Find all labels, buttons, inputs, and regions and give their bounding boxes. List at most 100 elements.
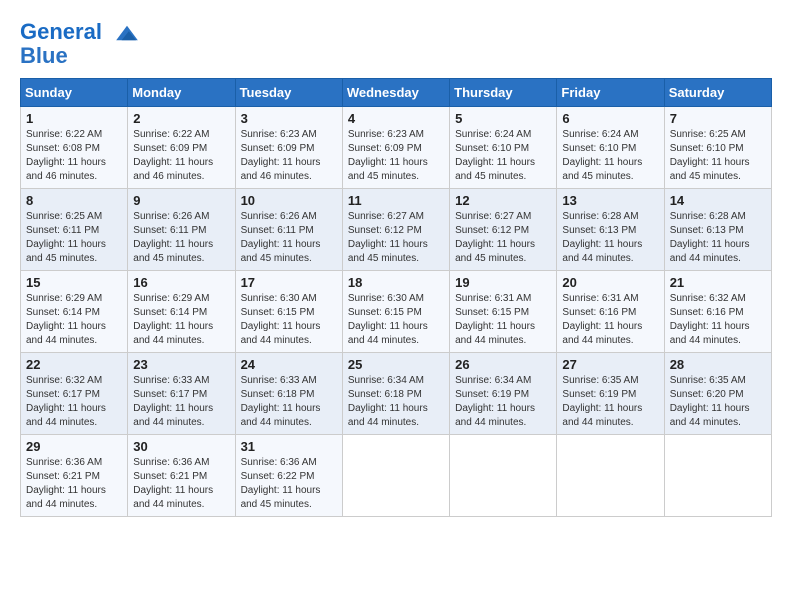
day-detail: Sunrise: 6:27 AMSunset: 6:12 PMDaylight:…	[348, 210, 444, 266]
day-detail: Sunrise: 6:33 AMSunset: 6:17 PMDaylight:…	[133, 374, 229, 430]
day-number: 5	[455, 111, 551, 126]
day-number: 1	[26, 111, 122, 126]
calendar-cell	[557, 435, 664, 517]
day-detail: Sunrise: 6:28 AMSunset: 6:13 PMDaylight:…	[562, 210, 658, 266]
calendar-cell: 15 Sunrise: 6:29 AMSunset: 6:14 PMDaylig…	[21, 271, 128, 353]
day-detail: Sunrise: 6:25 AMSunset: 6:11 PMDaylight:…	[26, 210, 122, 266]
day-detail: Sunrise: 6:36 AMSunset: 6:21 PMDaylight:…	[26, 456, 122, 512]
calendar-cell: 24 Sunrise: 6:33 AMSunset: 6:18 PMDaylig…	[235, 353, 342, 435]
weekday-header-monday: Monday	[128, 79, 235, 107]
day-number: 13	[562, 193, 658, 208]
day-number: 27	[562, 357, 658, 372]
calendar-cell: 12 Sunrise: 6:27 AMSunset: 6:12 PMDaylig…	[450, 189, 557, 271]
day-detail: Sunrise: 6:30 AMSunset: 6:15 PMDaylight:…	[348, 292, 444, 348]
day-detail: Sunrise: 6:35 AMSunset: 6:19 PMDaylight:…	[562, 374, 658, 430]
day-detail: Sunrise: 6:23 AMSunset: 6:09 PMDaylight:…	[241, 128, 337, 184]
day-number: 14	[670, 193, 766, 208]
day-detail: Sunrise: 6:33 AMSunset: 6:18 PMDaylight:…	[241, 374, 337, 430]
calendar-cell	[342, 435, 449, 517]
day-detail: Sunrise: 6:29 AMSunset: 6:14 PMDaylight:…	[133, 292, 229, 348]
calendar-cell: 14 Sunrise: 6:28 AMSunset: 6:13 PMDaylig…	[664, 189, 771, 271]
calendar-week-3: 15 Sunrise: 6:29 AMSunset: 6:14 PMDaylig…	[21, 271, 772, 353]
day-detail: Sunrise: 6:22 AMSunset: 6:08 PMDaylight:…	[26, 128, 122, 184]
calendar-cell: 13 Sunrise: 6:28 AMSunset: 6:13 PMDaylig…	[557, 189, 664, 271]
weekday-header-row: SundayMondayTuesdayWednesdayThursdayFrid…	[21, 79, 772, 107]
calendar-cell: 18 Sunrise: 6:30 AMSunset: 6:15 PMDaylig…	[342, 271, 449, 353]
weekday-header-tuesday: Tuesday	[235, 79, 342, 107]
logo-text: General	[20, 20, 142, 44]
calendar-cell: 16 Sunrise: 6:29 AMSunset: 6:14 PMDaylig…	[128, 271, 235, 353]
day-detail: Sunrise: 6:36 AMSunset: 6:22 PMDaylight:…	[241, 456, 337, 512]
day-number: 9	[133, 193, 229, 208]
calendar-cell: 28 Sunrise: 6:35 AMSunset: 6:20 PMDaylig…	[664, 353, 771, 435]
day-number: 23	[133, 357, 229, 372]
calendar-week-5: 29 Sunrise: 6:36 AMSunset: 6:21 PMDaylig…	[21, 435, 772, 517]
day-number: 18	[348, 275, 444, 290]
day-number: 12	[455, 193, 551, 208]
calendar-cell: 17 Sunrise: 6:30 AMSunset: 6:15 PMDaylig…	[235, 271, 342, 353]
calendar-week-1: 1 Sunrise: 6:22 AMSunset: 6:08 PMDayligh…	[21, 107, 772, 189]
day-detail: Sunrise: 6:22 AMSunset: 6:09 PMDaylight:…	[133, 128, 229, 184]
day-number: 20	[562, 275, 658, 290]
calendar-cell	[664, 435, 771, 517]
day-detail: Sunrise: 6:32 AMSunset: 6:16 PMDaylight:…	[670, 292, 766, 348]
calendar-cell: 29 Sunrise: 6:36 AMSunset: 6:21 PMDaylig…	[21, 435, 128, 517]
calendar-cell: 7 Sunrise: 6:25 AMSunset: 6:10 PMDayligh…	[664, 107, 771, 189]
day-detail: Sunrise: 6:28 AMSunset: 6:13 PMDaylight:…	[670, 210, 766, 266]
day-number: 31	[241, 439, 337, 454]
day-number: 22	[26, 357, 122, 372]
day-number: 6	[562, 111, 658, 126]
page-header: General Blue	[20, 20, 772, 68]
day-detail: Sunrise: 6:23 AMSunset: 6:09 PMDaylight:…	[348, 128, 444, 184]
calendar-cell: 20 Sunrise: 6:31 AMSunset: 6:16 PMDaylig…	[557, 271, 664, 353]
calendar-week-2: 8 Sunrise: 6:25 AMSunset: 6:11 PMDayligh…	[21, 189, 772, 271]
calendar-cell: 3 Sunrise: 6:23 AMSunset: 6:09 PMDayligh…	[235, 107, 342, 189]
day-number: 4	[348, 111, 444, 126]
calendar-cell: 2 Sunrise: 6:22 AMSunset: 6:09 PMDayligh…	[128, 107, 235, 189]
day-detail: Sunrise: 6:34 AMSunset: 6:18 PMDaylight:…	[348, 374, 444, 430]
day-number: 19	[455, 275, 551, 290]
calendar-table: SundayMondayTuesdayWednesdayThursdayFrid…	[20, 78, 772, 517]
calendar-cell: 5 Sunrise: 6:24 AMSunset: 6:10 PMDayligh…	[450, 107, 557, 189]
weekday-header-wednesday: Wednesday	[342, 79, 449, 107]
calendar-cell: 1 Sunrise: 6:22 AMSunset: 6:08 PMDayligh…	[21, 107, 128, 189]
calendar-cell: 30 Sunrise: 6:36 AMSunset: 6:21 PMDaylig…	[128, 435, 235, 517]
day-number: 7	[670, 111, 766, 126]
calendar-cell: 8 Sunrise: 6:25 AMSunset: 6:11 PMDayligh…	[21, 189, 128, 271]
day-detail: Sunrise: 6:34 AMSunset: 6:19 PMDaylight:…	[455, 374, 551, 430]
calendar-cell: 4 Sunrise: 6:23 AMSunset: 6:09 PMDayligh…	[342, 107, 449, 189]
calendar-cell: 6 Sunrise: 6:24 AMSunset: 6:10 PMDayligh…	[557, 107, 664, 189]
day-number: 10	[241, 193, 337, 208]
day-number: 30	[133, 439, 229, 454]
logo: General Blue	[20, 20, 142, 68]
day-number: 25	[348, 357, 444, 372]
day-detail: Sunrise: 6:27 AMSunset: 6:12 PMDaylight:…	[455, 210, 551, 266]
day-detail: Sunrise: 6:30 AMSunset: 6:15 PMDaylight:…	[241, 292, 337, 348]
calendar-cell: 9 Sunrise: 6:26 AMSunset: 6:11 PMDayligh…	[128, 189, 235, 271]
calendar-cell: 23 Sunrise: 6:33 AMSunset: 6:17 PMDaylig…	[128, 353, 235, 435]
weekday-header-sunday: Sunday	[21, 79, 128, 107]
day-detail: Sunrise: 6:26 AMSunset: 6:11 PMDaylight:…	[133, 210, 229, 266]
calendar-cell: 31 Sunrise: 6:36 AMSunset: 6:22 PMDaylig…	[235, 435, 342, 517]
weekday-header-thursday: Thursday	[450, 79, 557, 107]
day-number: 11	[348, 193, 444, 208]
day-detail: Sunrise: 6:32 AMSunset: 6:17 PMDaylight:…	[26, 374, 122, 430]
day-number: 29	[26, 439, 122, 454]
calendar-cell: 21 Sunrise: 6:32 AMSunset: 6:16 PMDaylig…	[664, 271, 771, 353]
day-detail: Sunrise: 6:25 AMSunset: 6:10 PMDaylight:…	[670, 128, 766, 184]
calendar-cell: 10 Sunrise: 6:26 AMSunset: 6:11 PMDaylig…	[235, 189, 342, 271]
day-detail: Sunrise: 6:31 AMSunset: 6:16 PMDaylight:…	[562, 292, 658, 348]
day-number: 21	[670, 275, 766, 290]
day-detail: Sunrise: 6:24 AMSunset: 6:10 PMDaylight:…	[455, 128, 551, 184]
day-detail: Sunrise: 6:24 AMSunset: 6:10 PMDaylight:…	[562, 128, 658, 184]
calendar-cell: 19 Sunrise: 6:31 AMSunset: 6:15 PMDaylig…	[450, 271, 557, 353]
calendar-body: 1 Sunrise: 6:22 AMSunset: 6:08 PMDayligh…	[21, 107, 772, 517]
day-number: 16	[133, 275, 229, 290]
day-detail: Sunrise: 6:36 AMSunset: 6:21 PMDaylight:…	[133, 456, 229, 512]
day-number: 3	[241, 111, 337, 126]
calendar-cell: 25 Sunrise: 6:34 AMSunset: 6:18 PMDaylig…	[342, 353, 449, 435]
weekday-header-friday: Friday	[557, 79, 664, 107]
weekday-header-saturday: Saturday	[664, 79, 771, 107]
day-number: 2	[133, 111, 229, 126]
day-number: 17	[241, 275, 337, 290]
